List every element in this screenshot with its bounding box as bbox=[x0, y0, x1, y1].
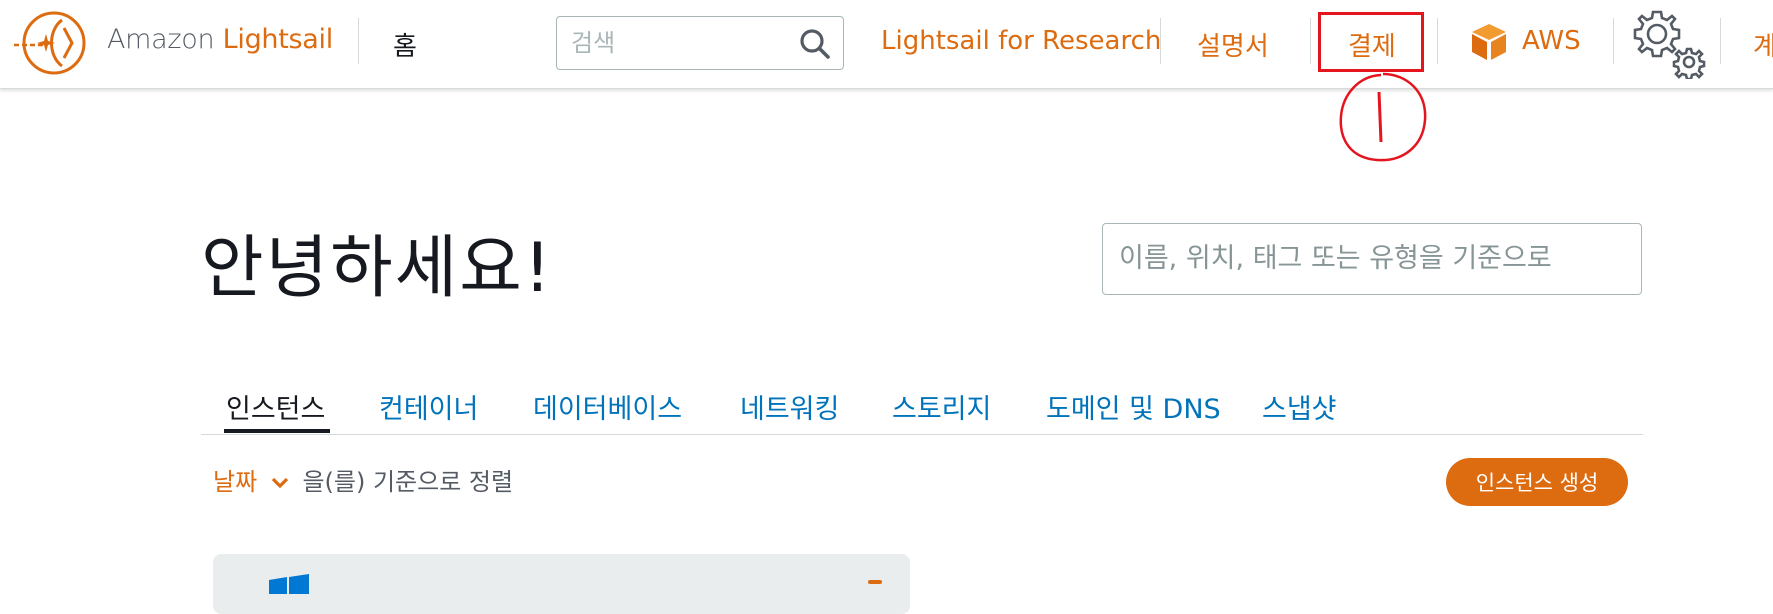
divider bbox=[1720, 18, 1721, 64]
resource-tabs: 인스턴스 컨테이너 데이터베이스 네트워킹 스토리지 도메인 및 DNS 스냅샷 bbox=[201, 385, 1643, 435]
brand-title[interactable]: Amazon Lightsail bbox=[107, 24, 333, 55]
tab-snapshots[interactable]: 스냅샷 bbox=[1262, 387, 1337, 426]
tab-storage[interactable]: 스토리지 bbox=[892, 387, 991, 426]
nav-home-link[interactable]: 홈 bbox=[393, 26, 417, 63]
tab-networking[interactable]: 네트워킹 bbox=[740, 387, 839, 426]
aws-cube-icon[interactable] bbox=[1469, 22, 1509, 62]
brand-lightsail: Lightsail bbox=[222, 24, 334, 55]
tab-databases[interactable]: 데이터베이스 bbox=[533, 387, 682, 426]
tab-domains-dns[interactable]: 도메인 및 DNS bbox=[1046, 387, 1221, 426]
create-instance-button[interactable]: 인스턴스 생성 bbox=[1446, 458, 1628, 506]
divider bbox=[1160, 18, 1161, 64]
windows-logo-icon bbox=[269, 574, 309, 594]
gear-icon[interactable] bbox=[1627, 4, 1707, 79]
sort-field-label: 날짜 bbox=[213, 468, 258, 496]
instance-card[interactable] bbox=[213, 554, 910, 614]
sort-control: 날짜 을(를) 기준으로 정렬 bbox=[213, 462, 513, 497]
billing-highlight-box bbox=[1318, 12, 1424, 72]
chevron-down-icon[interactable] bbox=[271, 476, 289, 490]
lightsail-research-link[interactable]: Lightsail for Research bbox=[881, 26, 1161, 56]
search-icon[interactable] bbox=[799, 28, 831, 60]
tab-containers[interactable]: 컨테이너 bbox=[379, 387, 478, 426]
divider bbox=[1310, 18, 1311, 64]
divider bbox=[1437, 18, 1438, 64]
account-menu-partial[interactable]: 계 bbox=[1753, 26, 1773, 63]
sort-suffix-label: 을(를) 기준으로 정렬 bbox=[302, 468, 514, 496]
divider bbox=[358, 18, 359, 64]
sort-field-dropdown[interactable]: 날짜 bbox=[213, 468, 296, 496]
resource-filter[interactable] bbox=[1102, 223, 1642, 295]
global-search[interactable] bbox=[556, 16, 844, 70]
lightsail-logo-icon[interactable] bbox=[12, 8, 90, 78]
annotation-circle-one bbox=[1339, 72, 1427, 162]
active-tab-indicator bbox=[224, 429, 330, 433]
search-input[interactable] bbox=[569, 17, 793, 69]
aws-console-link[interactable]: AWS bbox=[1522, 26, 1581, 56]
divider bbox=[1613, 18, 1614, 64]
card-menu-icon[interactable] bbox=[868, 580, 882, 584]
filter-input[interactable] bbox=[1117, 224, 1641, 292]
top-navigation-bar: Amazon Lightsail 홈 Lightsail for Researc… bbox=[0, 0, 1773, 89]
brand-amazon: Amazon bbox=[107, 24, 215, 55]
tab-instances[interactable]: 인스턴스 bbox=[226, 387, 325, 426]
page-greeting: 안녕하세요! bbox=[201, 229, 554, 308]
documentation-link[interactable]: 설명서 bbox=[1197, 26, 1269, 63]
